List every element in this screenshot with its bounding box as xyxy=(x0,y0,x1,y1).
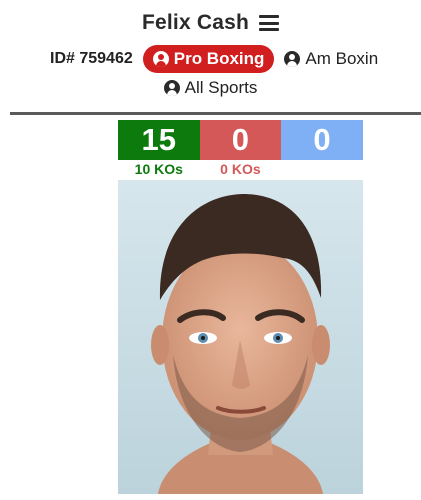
win-kos: 10 KOs xyxy=(134,161,183,177)
user-circle-icon xyxy=(284,51,301,67)
tab-pro-boxing[interactable]: Pro Boxing xyxy=(142,45,275,73)
draws-count: 0 xyxy=(281,120,363,160)
user-circle-icon xyxy=(152,51,169,67)
record-boxes: 15 0 0 xyxy=(118,120,363,160)
user-circle-icon xyxy=(163,80,180,96)
sport-nav: ID# 759462 Pro Boxing Am Boxin xyxy=(50,44,378,74)
sport-nav-row-2: All Sports xyxy=(0,76,421,100)
header: Felix Cash xyxy=(0,8,421,38)
wins-count: 15 xyxy=(118,120,200,160)
menu-icon[interactable] xyxy=(259,15,280,31)
boxer-name: Felix Cash xyxy=(141,11,250,34)
tab-am-boxing[interactable]: Am Boxin xyxy=(284,49,378,69)
boxer-photo xyxy=(118,180,363,494)
divider xyxy=(10,112,421,115)
loss-kos: 0 KOs xyxy=(220,161,261,177)
ko-row: 10 KOs 0 KOs xyxy=(118,161,363,179)
boxer-id: ID# 759462 xyxy=(50,50,133,67)
tab-all-sports-label: All Sports xyxy=(184,78,258,97)
losses-count: 0 xyxy=(199,120,282,160)
tab-am-boxing-label: Am Boxin xyxy=(305,49,379,68)
tab-pro-boxing-label: Pro Boxing xyxy=(173,49,265,68)
draw-kos-empty xyxy=(281,161,363,179)
tab-all-sports[interactable]: All Sports xyxy=(163,78,258,98)
boxer-headshot-image xyxy=(118,180,363,494)
